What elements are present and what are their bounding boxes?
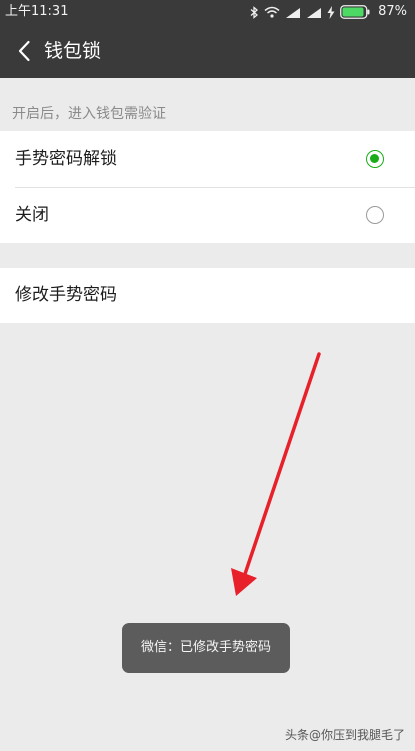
chevron-left-icon [18,40,30,62]
status-time: 上午11:31 [5,4,69,19]
option-off[interactable]: 关闭 [0,187,415,243]
lock-options-group: 手势密码解锁 关闭 [0,131,415,243]
status-icons: 87% [249,0,407,24]
option-label: 手势密码解锁 [15,149,117,169]
option-label: 关闭 [15,205,49,225]
modify-label: 修改手势密码 [15,285,117,305]
toast-message: 微信：已修改手势密码 [122,623,290,673]
option-gesture-unlock[interactable]: 手势密码解锁 [0,131,415,187]
battery-percent: 87% [378,4,407,19]
signal-icon [286,7,301,18]
section-hint: 开启后，进入钱包需验证 [12,106,166,122]
back-button[interactable] [6,32,42,70]
radio-unselected[interactable] [366,206,384,224]
status-bar: 上午11:31 87% [0,0,415,24]
wifi-icon [264,6,280,18]
modify-group: 修改手势密码 [0,268,415,323]
battery-icon [340,5,370,19]
signal-icon [307,7,322,18]
nav-bar: 钱包锁 [0,24,415,78]
watermark: 头条@你压到我腿毛了 [285,726,405,743]
charging-icon [327,5,335,19]
radio-selected[interactable] [366,150,384,168]
page-title: 钱包锁 [44,40,102,62]
watermark-text: 头条@你压到我腿毛了 [284,728,405,742]
modify-gesture-password-item[interactable]: 修改手势密码 [0,268,415,323]
bluetooth-icon [250,5,259,19]
